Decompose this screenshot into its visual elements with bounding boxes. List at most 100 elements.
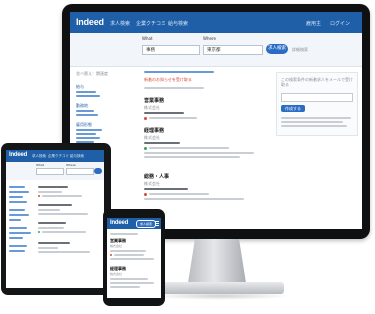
phone-job-snippet: [114, 254, 144, 256]
phone-job-snippet: [110, 278, 148, 280]
tablet-urgent-icon: [38, 195, 40, 197]
desktop-screen: Indeed 求人検索 企業クチコミ 給与検索 雇用主 ログイン What 事務…: [70, 12, 362, 229]
phone-job-company: 株式会社: [110, 272, 123, 276]
where-input[interactable]: 東京都: [203, 45, 263, 55]
filter-link[interactable]: [76, 129, 102, 131]
filter-link[interactable]: [76, 114, 98, 116]
tablet-where-label: Where: [66, 163, 76, 167]
job-meta: [144, 188, 188, 190]
job-snippet: [149, 117, 197, 119]
tablet-job-title[interactable]: [38, 222, 66, 224]
tablet-nav-item-jobs[interactable]: 求人検索: [32, 154, 46, 159]
alert-notice[interactable]: 新着のお知らせを受け取る: [144, 77, 192, 83]
nav-item-login[interactable]: ログイン: [330, 20, 350, 27]
results-column: 新着のお知らせを受け取る 営業事務 株式会社 経理事務 株式会社 総務・人事 株…: [144, 67, 264, 229]
tablet-filter-link[interactable]: [9, 237, 23, 239]
create-alert-button[interactable]: 作成する: [281, 105, 305, 112]
tablet-logo[interactable]: Indeed: [9, 152, 27, 158]
phone-job-snippet: [110, 282, 154, 284]
nav-item-salary[interactable]: 給与検索: [168, 20, 188, 27]
nav-item-jobs[interactable]: 求人検索: [110, 20, 130, 27]
hamburger-icon[interactable]: [155, 221, 159, 226]
email-input[interactable]: [281, 93, 353, 102]
tablet-filter-link[interactable]: [9, 245, 27, 247]
phone-job-snippet: [110, 258, 154, 260]
job-snippet: [149, 193, 209, 195]
phone-result-count: [110, 233, 138, 235]
tablet-what-label: What: [36, 163, 44, 167]
tablet-filter-link[interactable]: [9, 191, 29, 193]
tablet-filter-link[interactable]: [9, 196, 23, 198]
filter-link[interactable]: [76, 95, 100, 97]
phone-urgent-icon: [110, 254, 112, 256]
tablet-screen: Indeed 求人検索 企業クチコミ 給与検索 What Where: [6, 150, 104, 288]
filter-link[interactable]: [76, 133, 96, 135]
tablet-filter-link[interactable]: [9, 232, 31, 234]
filter-header-location: 勤務地: [76, 103, 88, 108]
phone-search-button[interactable]: 求人検索: [136, 220, 156, 228]
job-title[interactable]: 営業事務: [144, 97, 164, 104]
job-meta: [144, 112, 184, 114]
tablet-where-input[interactable]: [66, 168, 94, 175]
advanced-search-link[interactable]: 詳細検索: [292, 47, 308, 53]
result-count-line: [144, 87, 204, 89]
tablet-nav-item-salary[interactable]: 給与検索: [70, 154, 84, 159]
what-input[interactable]: 事務: [142, 45, 200, 55]
phone-job-snippet: [110, 286, 140, 288]
logo[interactable]: Indeed: [76, 17, 104, 27]
job-title[interactable]: 経理事務: [144, 127, 164, 134]
tablet-job-title[interactable]: [38, 204, 72, 206]
job-snippet: [144, 156, 240, 158]
tablet-job-snippet: [42, 231, 86, 233]
tablet-job-company: [38, 227, 64, 229]
tablet-filter-link[interactable]: [9, 201, 27, 203]
job-snippet: [149, 147, 229, 149]
job-title[interactable]: 総務・人事: [144, 173, 169, 180]
easy-apply-icon: [144, 147, 147, 150]
tablet-filter-link[interactable]: [9, 214, 29, 216]
nav-item-reviews[interactable]: 企業クチコミ: [136, 20, 166, 27]
what-input-value: 事務: [146, 48, 155, 53]
tablet-filter-link[interactable]: [9, 219, 21, 221]
monitor-stand-neck: [188, 239, 246, 283]
tablet-job-snippet: [38, 213, 88, 215]
search-button[interactable]: 求人検索: [266, 44, 288, 54]
tablet-job-title[interactable]: [38, 186, 68, 188]
tablet-search-button[interactable]: [94, 168, 102, 174]
phone-logo[interactable]: Indeed: [110, 220, 128, 226]
card-note: [281, 117, 351, 119]
tablet-job-company: [38, 191, 62, 193]
tablet-filter-link[interactable]: [9, 227, 27, 229]
where-label: Where: [203, 36, 216, 41]
tablet-nav-item-reviews[interactable]: 企業クチコミ: [48, 154, 69, 159]
filter-header-salary: 給与: [76, 84, 84, 89]
where-input-value: 東京都: [207, 48, 221, 53]
job-snippet: [144, 152, 254, 154]
nav-item-employer[interactable]: 雇用主: [306, 20, 321, 27]
urgent-icon: [144, 193, 147, 196]
filter-link[interactable]: [76, 137, 100, 139]
sort-label[interactable]: 並べ替え：関連度: [76, 71, 108, 77]
tablet-job-title[interactable]: [38, 242, 70, 244]
phone-screen: Indeed 求人検索 営業事務 株式会社 経理事務 株式会社: [107, 218, 161, 298]
job-snippet: [144, 198, 244, 200]
phone-job-company: 株式会社: [110, 244, 123, 248]
search-panel: What 事務 Where 東京都 求人検索 詳細検索: [70, 33, 362, 67]
tablet-job-company: [38, 247, 58, 249]
tablet-search-panel: What Where: [6, 162, 104, 180]
filter-link[interactable]: [76, 91, 96, 93]
desktop-header-bar: Indeed 求人検索 企業クチコミ 給与検索 雇用主 ログイン: [70, 12, 362, 33]
filter-link[interactable]: [76, 110, 94, 112]
job-meta: [144, 142, 180, 144]
results-summary-link[interactable]: [144, 71, 214, 73]
card-note: [281, 121, 343, 123]
phone-job-snippet: [110, 250, 146, 252]
email-alert-card: この検索条件の新着求人をメールで受け取る 作成する: [276, 72, 358, 136]
tablet-what-input[interactable]: [36, 168, 64, 175]
tablet-filter-link[interactable]: [9, 186, 25, 188]
tablet-filter-link[interactable]: [9, 250, 25, 252]
tablet-job-company: [38, 209, 60, 211]
what-label: What: [142, 36, 153, 41]
filter-header-type: 雇用形態: [76, 122, 92, 127]
tablet-filter-link[interactable]: [9, 209, 25, 211]
